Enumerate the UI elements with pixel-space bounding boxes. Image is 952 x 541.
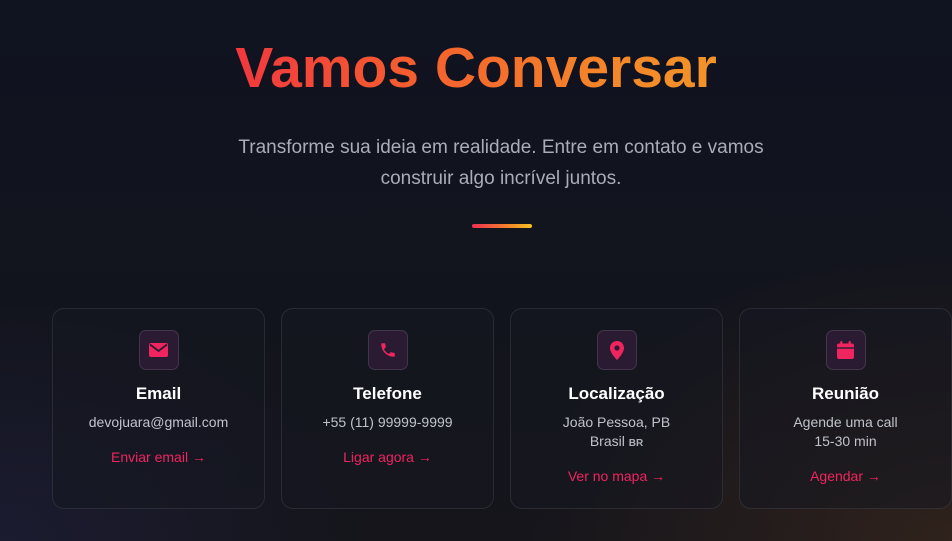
meeting-description: Agende uma call — [793, 414, 898, 430]
card-title-location: Localização — [568, 384, 665, 403]
contact-card-location: Localização João Pessoa, PB Brasil BR Ve… — [510, 308, 723, 509]
phone-icon — [367, 330, 408, 370]
map-pin-icon — [596, 330, 637, 370]
location-country-name: Brasil — [589, 433, 625, 449]
meeting-duration: 15-30 min — [814, 433, 877, 449]
send-email-link[interactable]: Enviar email → — [53, 449, 264, 465]
contact-card-email: Email devojuara@gmail.com Enviar email → — [52, 308, 265, 509]
subtitle-line-2: construir algo incrível juntos. — [380, 168, 622, 189]
page-subtitle: Transforme sua ideia em realidade. Entre… — [210, 132, 792, 194]
card-title-meeting: Reunião — [811, 384, 880, 403]
subtitle-line-1: Transforme sua ideia em realidade. Entre… — [238, 137, 764, 158]
country-flag-badge: BR — [628, 438, 644, 449]
schedule-link[interactable]: Agendar → — [740, 468, 951, 484]
page-title: Vamos Conversar — [235, 36, 717, 100]
contact-card-phone: Telefone +55 (11) 99999-9999 Ligar agora… — [281, 308, 494, 509]
accent-divider — [472, 224, 532, 228]
phone-number: +55 (11) 99999-9999 — [322, 414, 453, 430]
email-address: devojuara@gmail.com — [88, 414, 229, 430]
envelope-icon — [138, 330, 179, 370]
location-country: Brasil BR — [511, 433, 722, 449]
contact-card-meeting: Reunião Agende uma call 15-30 min Agenda… — [739, 308, 952, 509]
card-title-phone: Telefone — [353, 384, 422, 403]
calendar-icon — [825, 330, 866, 370]
card-title-email: Email — [135, 384, 182, 403]
call-now-link[interactable]: Ligar agora → — [282, 449, 493, 465]
location-city: João Pessoa, PB — [562, 414, 671, 430]
page-title-wrap: Vamos Conversar — [0, 35, 952, 101]
view-map-link[interactable]: Ver no mapa → — [511, 468, 722, 484]
